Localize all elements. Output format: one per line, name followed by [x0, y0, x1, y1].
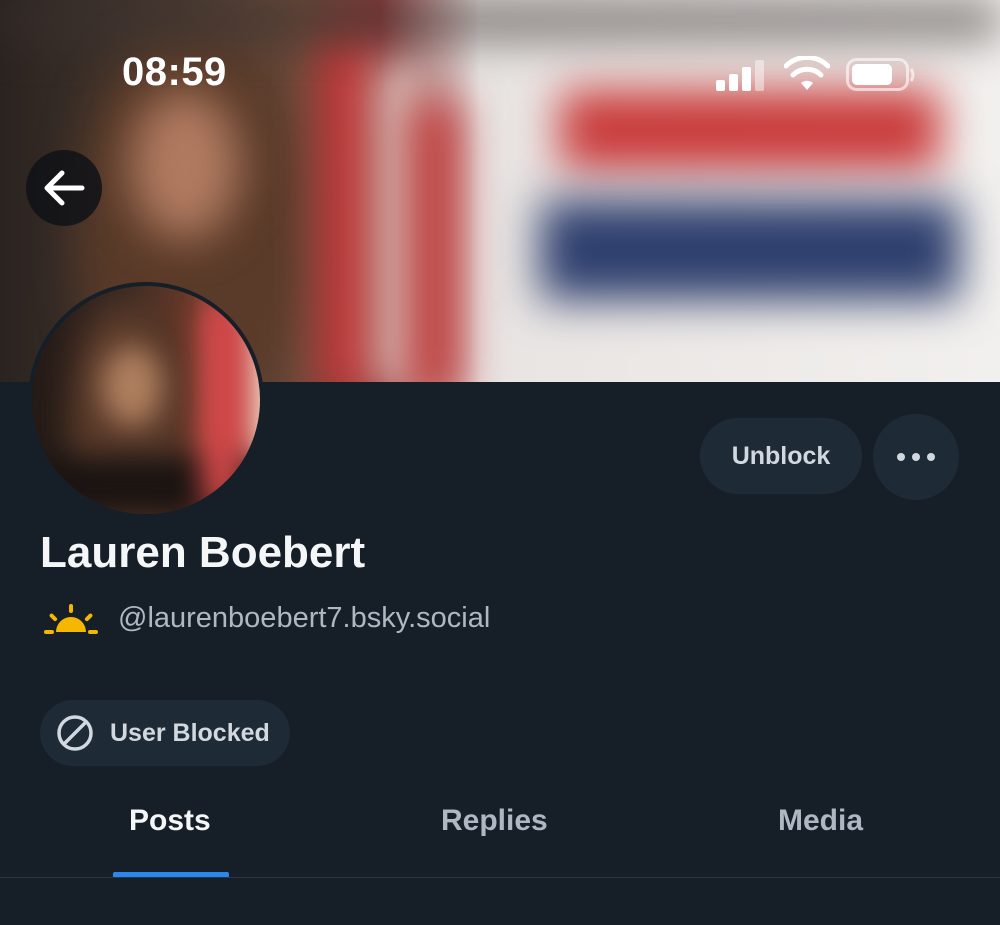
- back-button[interactable]: [26, 150, 102, 226]
- tabs-divider: [0, 877, 1000, 878]
- more-options-button[interactable]: [873, 414, 959, 500]
- sunrise-icon: [44, 604, 98, 634]
- avatar-image: [32, 286, 260, 514]
- status-bar-time: 08:59: [122, 50, 227, 94]
- profile-display-name: Lauren Boebert: [40, 528, 366, 577]
- tab-replies[interactable]: Replies: [441, 804, 548, 838]
- back-arrow-icon: [44, 170, 85, 206]
- profile-tabs: Posts Replies Media: [0, 780, 1000, 878]
- blocked-icon: [57, 715, 93, 751]
- tab-media[interactable]: Media: [778, 804, 863, 838]
- more-options-icon: [897, 453, 935, 461]
- avatar[interactable]: [28, 282, 264, 518]
- unblock-button[interactable]: Unblock: [700, 418, 862, 494]
- battery-icon: [846, 58, 915, 91]
- profile-handle[interactable]: @laurenboebert7.bsky.social: [118, 602, 490, 635]
- wifi-icon: [784, 56, 830, 90]
- tab-posts[interactable]: Posts: [129, 804, 211, 838]
- user-blocked-badge: User Blocked: [40, 700, 290, 766]
- user-blocked-label: User Blocked: [110, 718, 270, 747]
- profile-handle-row: @laurenboebert7.bsky.social: [42, 600, 490, 636]
